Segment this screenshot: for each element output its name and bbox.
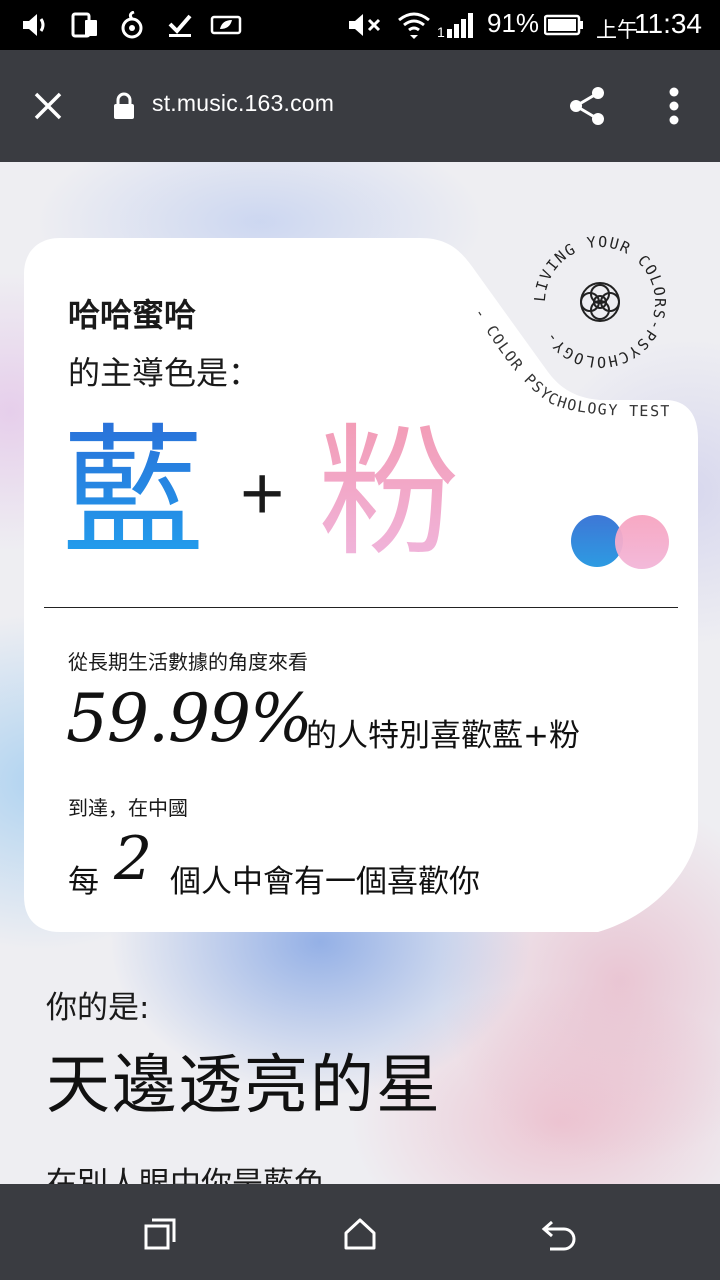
percent-value: 59.99% xyxy=(66,680,313,757)
result-title: 天邊透亮的星 xyxy=(46,1049,442,1123)
close-icon[interactable] xyxy=(26,84,70,128)
card-divider xyxy=(44,607,678,608)
url-bar[interactable]: st.music.163.com xyxy=(152,90,334,117)
wifi-icon xyxy=(396,10,432,40)
svg-text:1: 1 xyxy=(437,24,445,39)
result-next-line: 在別人眼中你是藍色 xyxy=(46,1166,325,1184)
volume-icon xyxy=(20,10,52,40)
home-icon[interactable] xyxy=(338,1212,382,1256)
pink-color-dot xyxy=(615,515,669,569)
leaf-battery-icon xyxy=(210,10,244,40)
status-bar: 1 91% 上午 11:34 xyxy=(0,0,720,50)
every-number: 2 xyxy=(114,824,153,894)
clock-time: 11:34 xyxy=(634,8,702,39)
browser-toolbar: st.music.163.com xyxy=(0,50,720,162)
you-are-label: 你的是: xyxy=(46,990,150,1026)
signal-icon: 1 xyxy=(436,10,480,40)
every-description: 個人中會有一個喜歡你 xyxy=(170,864,480,900)
page-content: LIVING YOUR COLORS-PSYCHOLOGY- - COLOR P… xyxy=(0,162,720,1184)
clock-ampm: 上午 xyxy=(596,19,638,42)
lock-icon xyxy=(112,92,136,120)
recent-apps-icon[interactable] xyxy=(138,1212,182,1256)
card-subtitle: 的主導色是： xyxy=(68,354,261,392)
back-icon[interactable] xyxy=(538,1212,582,1256)
every-prefix: 每 xyxy=(68,864,99,900)
phone-screen-icon xyxy=(70,10,100,40)
perspective-text: 從長期生活數據的角度來看 xyxy=(68,650,308,674)
primary-color-label: 藍 xyxy=(62,411,204,576)
secondary-color-label: 粉 xyxy=(318,411,460,576)
share-icon[interactable] xyxy=(566,84,610,128)
navigation-bar xyxy=(0,1184,720,1280)
battery-percent: 91% xyxy=(487,8,540,38)
reach-text: 到達，在中國 xyxy=(68,796,188,820)
checkmark-icon xyxy=(166,10,194,40)
user-name: 哈哈蜜哈 xyxy=(68,296,197,334)
battery-icon xyxy=(544,10,584,40)
percent-description: 的人特別喜歡藍+粉 xyxy=(306,718,580,754)
plus-sign: + xyxy=(240,451,285,536)
app-icon xyxy=(118,10,146,40)
mute-icon xyxy=(346,10,384,40)
more-vert-icon[interactable] xyxy=(656,84,692,128)
